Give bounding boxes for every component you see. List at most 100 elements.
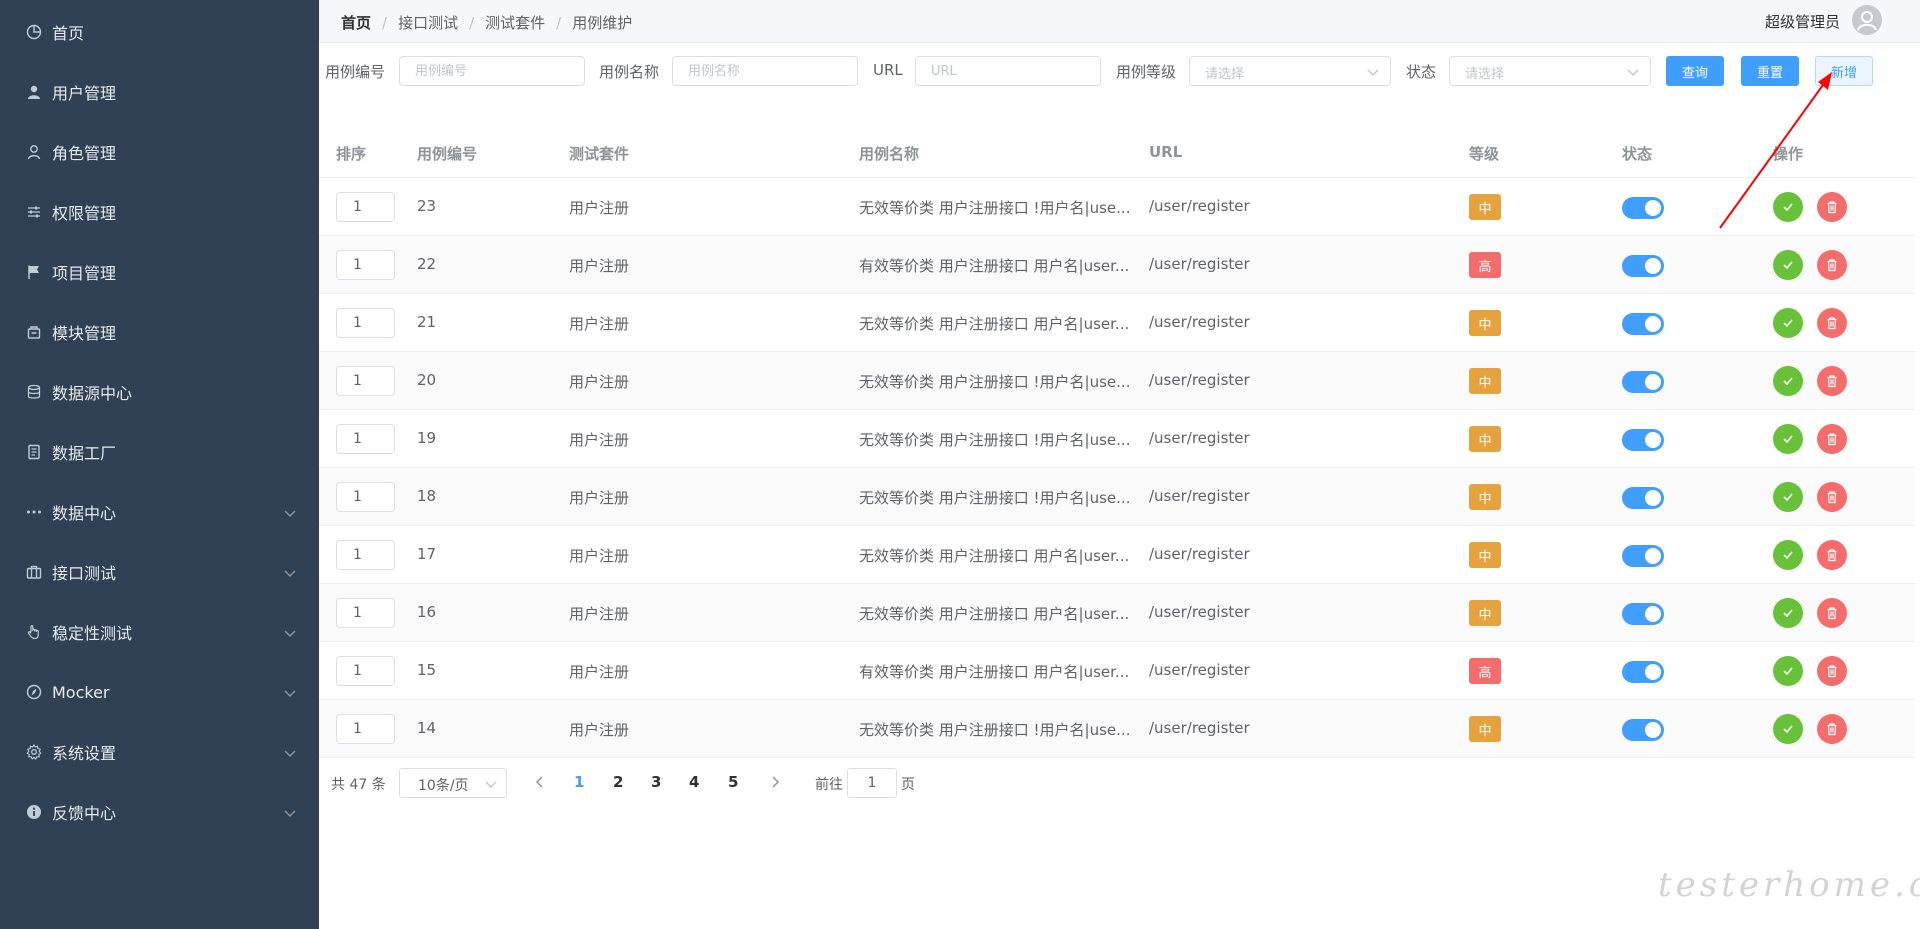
status-switch[interactable] <box>1622 429 1664 451</box>
run-button[interactable] <box>1773 482 1803 512</box>
next-page-button[interactable] <box>768 774 784 790</box>
case-id: 21 <box>417 313 437 331</box>
sidebar-item-9[interactable]: 接口测试 <box>0 552 319 592</box>
sidebar-item-0[interactable]: 首页 <box>0 12 319 52</box>
page-number-5[interactable]: 5 <box>728 773 738 791</box>
delete-button[interactable] <box>1817 308 1847 338</box>
user-name[interactable]: 超级管理员 <box>1765 11 1840 32</box>
delete-button[interactable] <box>1817 714 1847 744</box>
page-number-4[interactable]: 4 <box>689 773 699 791</box>
page-number-1[interactable]: 1 <box>574 773 584 791</box>
delete-button[interactable] <box>1817 482 1847 512</box>
case-name: 无效等价类 用户注册接口 !用户名|use... <box>859 431 1131 449</box>
check-icon <box>1781 258 1795 272</box>
sidebar-item-4[interactable]: 项目管理 <box>0 252 319 292</box>
add-button[interactable]: 新增 <box>1815 56 1873 86</box>
page-size-select[interactable]: 10条/页 <box>399 768 507 798</box>
delete-button[interactable] <box>1817 366 1847 396</box>
run-button[interactable] <box>1773 656 1803 686</box>
sort-input[interactable]: 1 <box>336 482 395 512</box>
breadcrumb-separator: / <box>556 13 562 32</box>
sidebar-item-label: 数据工厂 <box>52 444 117 463</box>
goto-page-input[interactable] <box>847 768 897 798</box>
sidebar-item-2[interactable]: 角色管理 <box>0 132 319 172</box>
case-id: 17 <box>417 545 437 563</box>
table-header: 排序 用例编号 测试套件 用例名称 URL 等级 状态 操作 <box>319 128 1915 178</box>
table-row: 1 19 用户注册 无效等价类 用户注册接口 !用户名|use... /user/reg… <box>319 410 1915 468</box>
sidebar-item-10[interactable]: 稳定性测试 <box>0 612 319 652</box>
column-case-no: 用例编号 <box>417 145 478 163</box>
run-button[interactable] <box>1773 366 1803 396</box>
status-switch[interactable] <box>1622 197 1664 219</box>
sidebar-item-13[interactable]: 反馈中心 <box>0 792 319 832</box>
trash-icon <box>1825 664 1839 678</box>
sort-input[interactable]: 1 <box>336 250 395 280</box>
table-row: 1 18 用户注册 无效等价类 用户注册接口 !用户名|use... /user/reg… <box>319 468 1915 526</box>
status-select[interactable]: 请选择 <box>1449 56 1651 86</box>
run-button[interactable] <box>1773 424 1803 454</box>
sort-input[interactable]: 1 <box>336 424 395 454</box>
delete-button[interactable] <box>1817 656 1847 686</box>
breadcrumb-home[interactable]: 首页 <box>341 12 371 33</box>
column-sort: 排序 <box>336 145 367 163</box>
url-input[interactable] <box>915 56 1101 86</box>
chevron-down-icon <box>283 505 297 519</box>
breadcrumb: 首页 / 接口测试 / 测试套件 / 用例维护 <box>341 12 632 33</box>
avatar[interactable] <box>1852 5 1882 35</box>
delete-button[interactable] <box>1817 424 1847 454</box>
status-switch[interactable] <box>1622 255 1664 277</box>
prev-page-button[interactable] <box>533 774 549 790</box>
run-button[interactable] <box>1773 714 1803 744</box>
compass-icon <box>24 682 44 702</box>
level-select[interactable]: 请选择 <box>1189 56 1391 86</box>
delete-button[interactable] <box>1817 192 1847 222</box>
status-switch[interactable] <box>1622 603 1664 625</box>
sidebar-item-5[interactable]: 模块管理 <box>0 312 319 352</box>
watermark: testerhome.com <box>1658 865 1920 905</box>
sidebar-item-6[interactable]: 数据源中心 <box>0 372 319 412</box>
case-name-input[interactable] <box>672 56 858 86</box>
sort-input[interactable]: 1 <box>336 308 395 338</box>
info-icon <box>24 802 44 822</box>
run-button[interactable] <box>1773 250 1803 280</box>
run-button[interactable] <box>1773 192 1803 222</box>
sidebar-item-label: 接口测试 <box>52 564 117 583</box>
run-button[interactable] <box>1773 598 1803 628</box>
status-switch[interactable] <box>1622 313 1664 335</box>
role-icon <box>24 142 44 162</box>
level-tag: 中 <box>1469 310 1501 336</box>
delete-button[interactable] <box>1817 598 1847 628</box>
status-switch[interactable] <box>1622 661 1664 683</box>
status-switch[interactable] <box>1622 371 1664 393</box>
case-url: /user/register <box>1149 487 1250 505</box>
sidebar-item-8[interactable]: 数据中心 <box>0 492 319 532</box>
status-switch[interactable] <box>1622 719 1664 741</box>
sort-input[interactable]: 1 <box>336 714 395 744</box>
sort-input[interactable]: 1 <box>336 540 395 570</box>
sidebar-item-3[interactable]: 权限管理 <box>0 192 319 232</box>
sidebar-item-7[interactable]: 数据工厂 <box>0 432 319 472</box>
run-button[interactable] <box>1773 308 1803 338</box>
sidebar-item-12[interactable]: 系统设置 <box>0 732 319 772</box>
page-number-3[interactable]: 3 <box>651 773 661 791</box>
sort-input[interactable]: 1 <box>336 192 395 222</box>
delete-button[interactable] <box>1817 540 1847 570</box>
sort-input[interactable]: 1 <box>336 598 395 628</box>
sort-input[interactable]: 1 <box>336 366 395 396</box>
status-switch[interactable] <box>1622 545 1664 567</box>
sidebar-item-11[interactable]: Mocker <box>0 672 319 712</box>
run-button[interactable] <box>1773 540 1803 570</box>
status-switch[interactable] <box>1622 487 1664 509</box>
table-row: 1 15 用户注册 有效等价类 用户注册接口 用户名|user... /user/reg… <box>319 642 1915 700</box>
page-number-2[interactable]: 2 <box>613 773 623 791</box>
delete-button[interactable] <box>1817 250 1847 280</box>
switch-knob <box>1645 200 1661 216</box>
switch-knob <box>1645 664 1661 680</box>
sidebar-item-1[interactable]: 用户管理 <box>0 72 319 112</box>
sort-input[interactable]: 1 <box>336 656 395 686</box>
reset-button[interactable]: 重置 <box>1741 56 1799 86</box>
query-button[interactable]: 查询 <box>1666 56 1724 86</box>
case-no-input[interactable] <box>399 56 585 86</box>
chevron-down-icon <box>485 781 497 789</box>
switch-knob <box>1645 316 1661 332</box>
